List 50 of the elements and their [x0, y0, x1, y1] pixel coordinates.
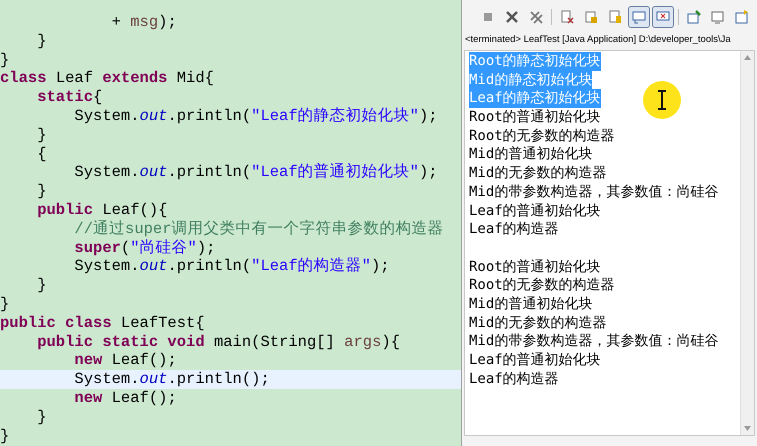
code-line: + msg);	[110, 13, 178, 32]
code-editor[interactable]	[0, 0, 462, 446]
monitor-icon	[710, 9, 726, 25]
console-line: Root的无参数的构造器	[469, 276, 615, 295]
console-line: Leaf的构造器	[469, 370, 559, 388]
text-cursor-icon	[658, 90, 666, 110]
code-line: System.out.println("Leaf的构造器");	[73, 257, 391, 276]
console-line: Root的普通初始化块	[469, 258, 601, 276]
console-line: Mid的普通初始化块	[469, 145, 592, 164]
toolbar-button[interactable]	[628, 6, 650, 28]
code-line: {	[36, 144, 48, 164]
code-line: super("尚硅谷");	[73, 238, 216, 258]
pin-icon	[686, 9, 702, 25]
close-icon	[504, 9, 520, 25]
console-line: Mid的普通初始化块	[469, 294, 592, 314]
code-line: public Leaf(){	[36, 200, 168, 220]
toolbar-button[interactable]	[652, 6, 674, 28]
console-line: Mid的无参数的构造器	[469, 314, 606, 332]
console-line: Leaf的普通初始化块	[469, 202, 601, 220]
console-line: Mid的无参数的构造器	[469, 164, 606, 183]
code-line: }	[0, 50, 10, 70]
page-note-icon	[607, 9, 623, 25]
console-header: <terminated> LeafTest [Java Application] D:\developer_tools\Ja	[464, 33, 732, 47]
console-line: Root的普通初始化块	[469, 108, 601, 127]
page-x-icon	[559, 9, 575, 25]
console-line: Leaf的构造器	[469, 220, 559, 239]
code-line: }	[36, 126, 48, 145]
code-line: new Leaf();	[73, 351, 178, 370]
console-line: Mid的带参数构造器，其参数值：尚硅谷	[469, 182, 718, 202]
code-line: System.out.println("Leaf的普通初始化块");	[73, 163, 439, 182]
code-line: }	[36, 408, 48, 427]
new-window-icon	[734, 9, 750, 25]
code-line: new Leaf();	[73, 388, 178, 408]
console-line: Root的无参数的构造器	[469, 126, 615, 146]
code-line: }	[36, 32, 48, 51]
console-line: Mid的带参数构造器，其参数值：尚硅谷	[469, 332, 718, 352]
code-line: }	[36, 182, 48, 201]
code-line: public class LeafTest{	[0, 314, 206, 333]
double-x-icon	[528, 9, 544, 25]
code-line: System.out.println("Leaf的静态初始化块");	[73, 106, 439, 126]
console-line: Leaf的普通初始化块	[469, 351, 601, 370]
code-line: class Leaf extends Mid{	[0, 69, 215, 88]
console-icon	[631, 9, 647, 25]
code-line: public static void main(String[] args){	[36, 332, 401, 352]
code-line: }	[36, 276, 48, 295]
code-line: }	[0, 426, 10, 446]
code-line: }	[0, 294, 10, 314]
code-line: //通过super调用父类中有一个字符串参数的构造器	[73, 220, 445, 239]
page-lock-icon	[583, 9, 599, 25]
code-line: static{	[36, 88, 104, 107]
